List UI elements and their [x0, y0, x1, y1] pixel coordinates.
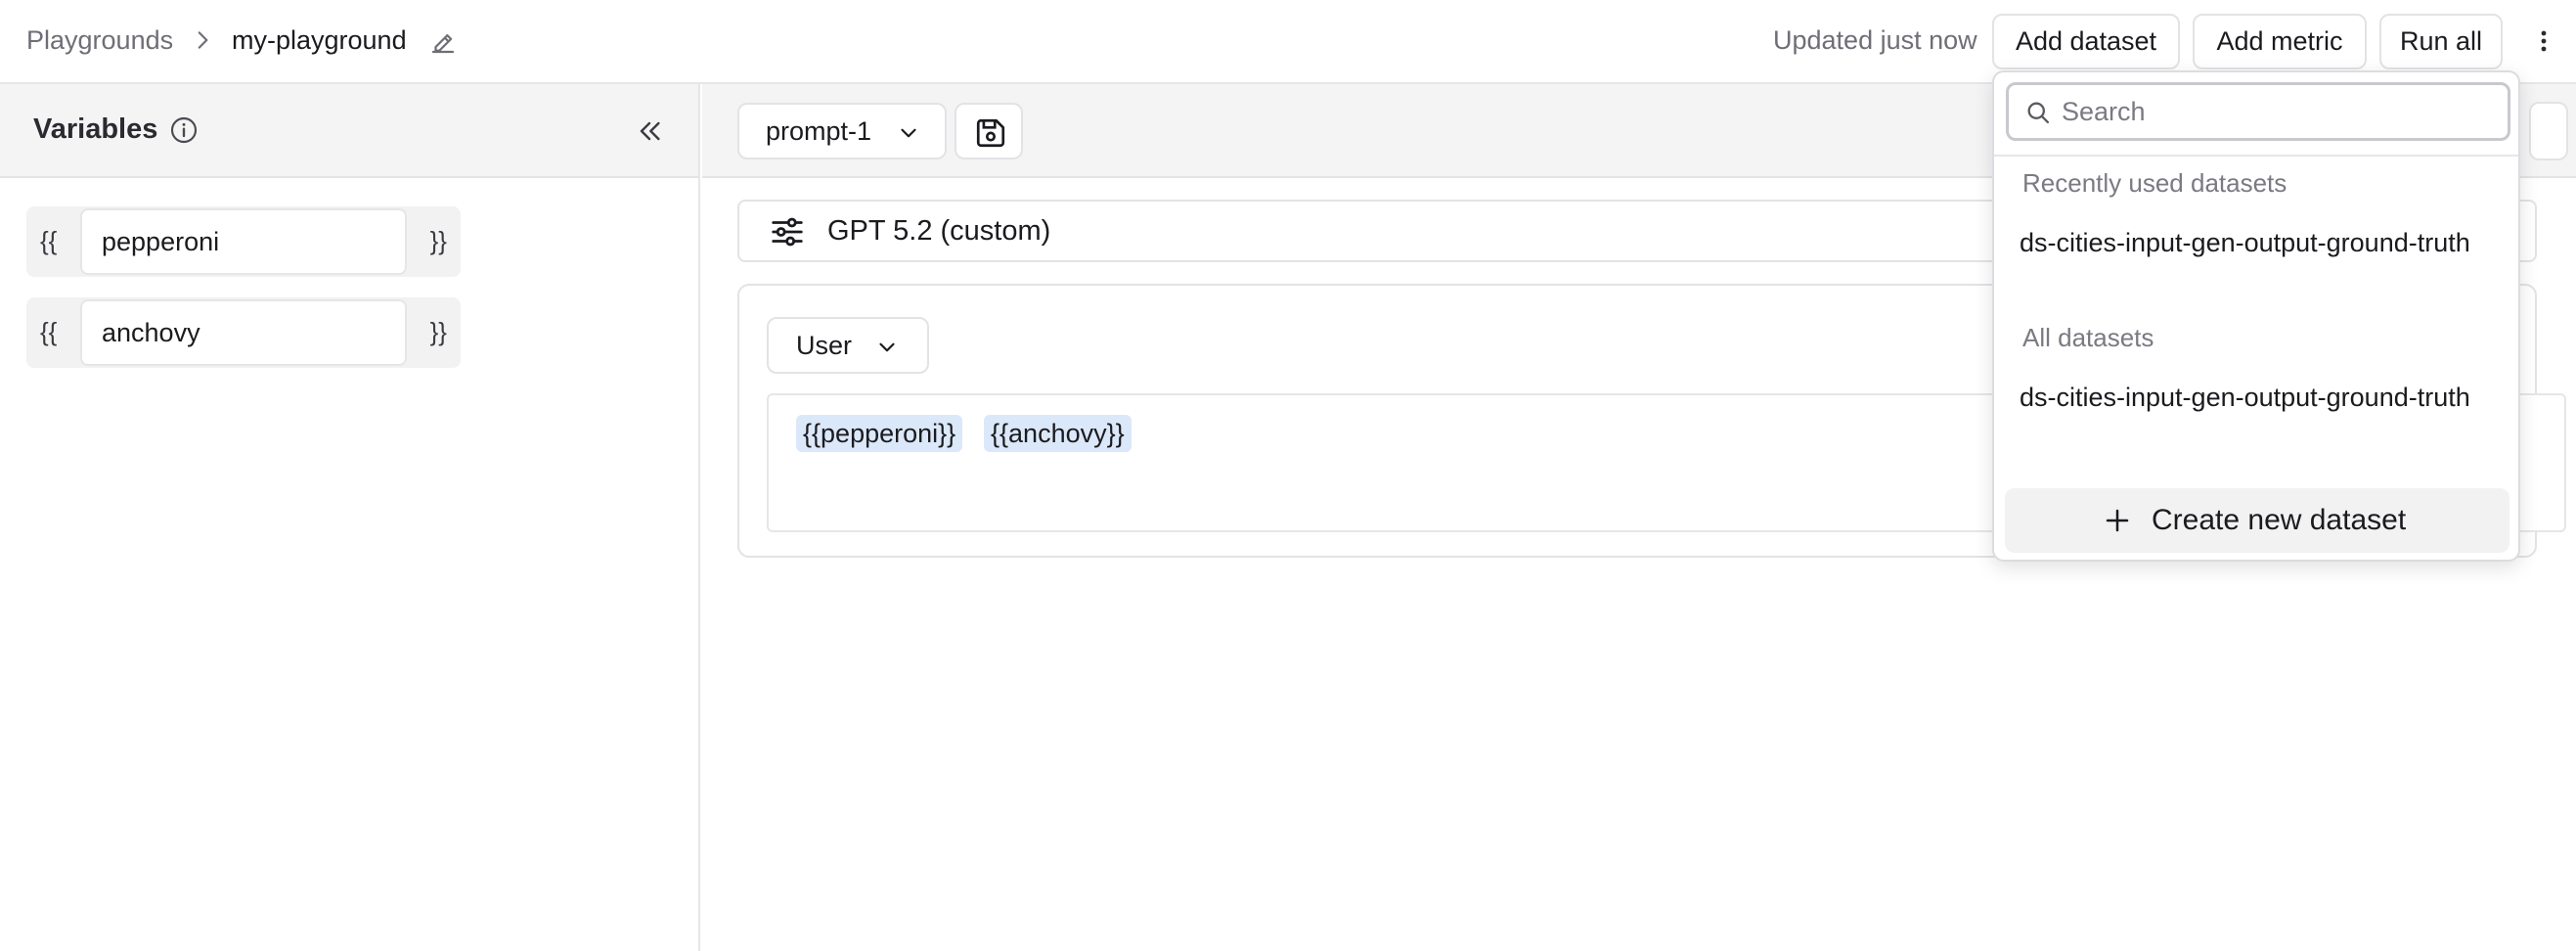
recent-datasets-label: Recently used datasets — [2022, 168, 2287, 198]
plus-icon — [2103, 506, 2132, 535]
save-prompt-button[interactable] — [955, 103, 1023, 159]
variables-panel: Variables {{ pepperoni }} {{ anchovy }} — [0, 84, 700, 951]
dataset-search-input[interactable] — [2060, 89, 2500, 134]
dataset-item-recent[interactable]: ds-cities-input-gen-output-ground-truth — [2020, 225, 2479, 261]
role-select-value: User — [796, 330, 853, 360]
all-datasets-label: All datasets — [2022, 323, 2154, 352]
breadcrumb-playgrounds[interactable]: Playgrounds — [26, 25, 173, 56]
dataset-dropdown: Recently used datasets ds-cities-input-g… — [1992, 70, 2520, 562]
pencil-icon[interactable] — [428, 27, 458, 57]
close-brace: }} — [429, 317, 447, 346]
prompt-select[interactable]: prompt-1 — [737, 103, 947, 159]
dataset-item[interactable]: ds-cities-input-gen-output-ground-truth — [2020, 380, 2479, 416]
model-name: GPT 5.2 (custom) — [827, 215, 1051, 247]
sliders-icon[interactable] — [769, 213, 806, 250]
run-all-button[interactable]: Run all — [2379, 14, 2503, 69]
breadcrumb-current: my-playground — [232, 25, 407, 55]
save-status: Updated just now — [1773, 25, 1977, 55]
role-select[interactable]: User — [767, 317, 929, 374]
more-vertical-icon[interactable] — [2529, 23, 2558, 59]
divider — [1994, 155, 2518, 157]
chevron-down-icon — [874, 335, 900, 360]
variables-header: Variables — [0, 84, 698, 178]
open-brace: {{ — [40, 226, 58, 255]
open-brace: {{ — [40, 317, 58, 346]
variable-token: {{pepperoni}} — [796, 415, 963, 452]
variable-name-input[interactable]: pepperoni — [80, 208, 407, 275]
create-new-dataset-button[interactable]: Create new dataset — [2005, 488, 2509, 553]
variable-token: {{anchovy}} — [984, 415, 1132, 452]
dataset-search-box — [2006, 82, 2510, 141]
search-icon — [2024, 99, 2052, 126]
variable-name-input[interactable]: anchovy — [80, 299, 407, 366]
chevron-down-icon — [896, 120, 921, 146]
add-dataset-button[interactable]: Add dataset — [1992, 14, 2180, 69]
header-action-button[interactable] — [2529, 102, 2568, 160]
info-icon[interactable] — [168, 114, 200, 146]
variable-row: {{ anchovy }} — [26, 297, 461, 368]
add-metric-button[interactable]: Add metric — [2193, 14, 2367, 69]
chevrons-left-icon[interactable] — [634, 115, 665, 147]
close-brace: }} — [429, 226, 447, 255]
variable-row: {{ pepperoni }} — [26, 206, 461, 277]
create-new-dataset-label: Create new dataset — [2152, 504, 2407, 536]
variables-title: Variables — [33, 113, 158, 145]
chevron-right-icon — [190, 27, 215, 53]
save-icon — [976, 118, 1005, 148]
prompt-select-value: prompt-1 — [766, 115, 872, 146]
